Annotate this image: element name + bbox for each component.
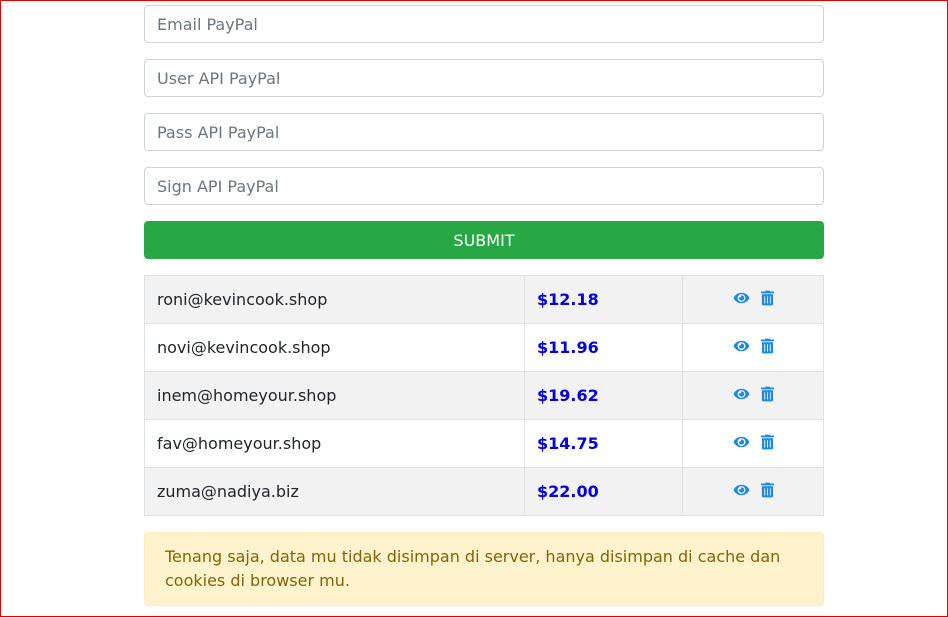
trash-icon[interactable]	[761, 434, 774, 454]
account-email: fav@homeyour.shop	[144, 419, 525, 468]
row-actions	[682, 371, 824, 420]
table-row: zuma@nadiya.biz $22.00	[144, 467, 824, 516]
storage-notice: Tenang saja, data mu tidak disimpan di s…	[144, 532, 824, 606]
row-actions	[682, 275, 824, 324]
user-api-input[interactable]	[144, 59, 824, 97]
accounts-table: roni@kevincook.shop $12.18 novi@kevincook.…	[144, 275, 824, 516]
trash-icon[interactable]	[761, 386, 774, 406]
table-row: roni@kevincook.shop $12.18	[144, 275, 824, 324]
table-row: novi@kevincook.shop $11.96	[144, 323, 824, 372]
account-balance: $11.96	[524, 323, 683, 372]
account-balance: $12.18	[524, 275, 683, 324]
eye-icon[interactable]	[732, 290, 751, 309]
trash-icon[interactable]	[761, 290, 774, 310]
account-email: zuma@nadiya.biz	[144, 467, 525, 516]
pass-api-input[interactable]	[144, 113, 824, 151]
trash-icon[interactable]	[761, 482, 774, 502]
row-actions	[682, 419, 824, 468]
eye-icon[interactable]	[732, 386, 751, 405]
account-balance: $14.75	[524, 419, 683, 468]
storage-notice-text: Tenang saja, data mu tidak disimpan di s…	[165, 547, 781, 590]
account-balance: $22.00	[524, 467, 683, 516]
account-email: novi@kevincook.shop	[144, 323, 525, 372]
eye-icon[interactable]	[732, 482, 751, 501]
eye-icon[interactable]	[732, 434, 751, 453]
trash-icon[interactable]	[761, 338, 774, 358]
table-row: inem@homeyour.shop $19.62	[144, 371, 824, 420]
paypal-form-container: SUBMIT roni@kevincook.shop$12.18novi@kev…	[144, 5, 824, 606]
table-row: fav@homeyour.shop $14.75	[144, 419, 824, 468]
row-actions	[682, 323, 824, 372]
row-actions	[682, 467, 824, 516]
account-email: roni@kevincook.shop	[144, 275, 525, 324]
account-email: inem@homeyour.shop	[144, 371, 525, 420]
email-paypal-input[interactable]	[144, 5, 824, 43]
submit-button[interactable]: SUBMIT	[144, 221, 824, 259]
account-balance: $19.62	[524, 371, 683, 420]
sign-api-input[interactable]	[144, 167, 824, 205]
eye-icon[interactable]	[732, 338, 751, 357]
